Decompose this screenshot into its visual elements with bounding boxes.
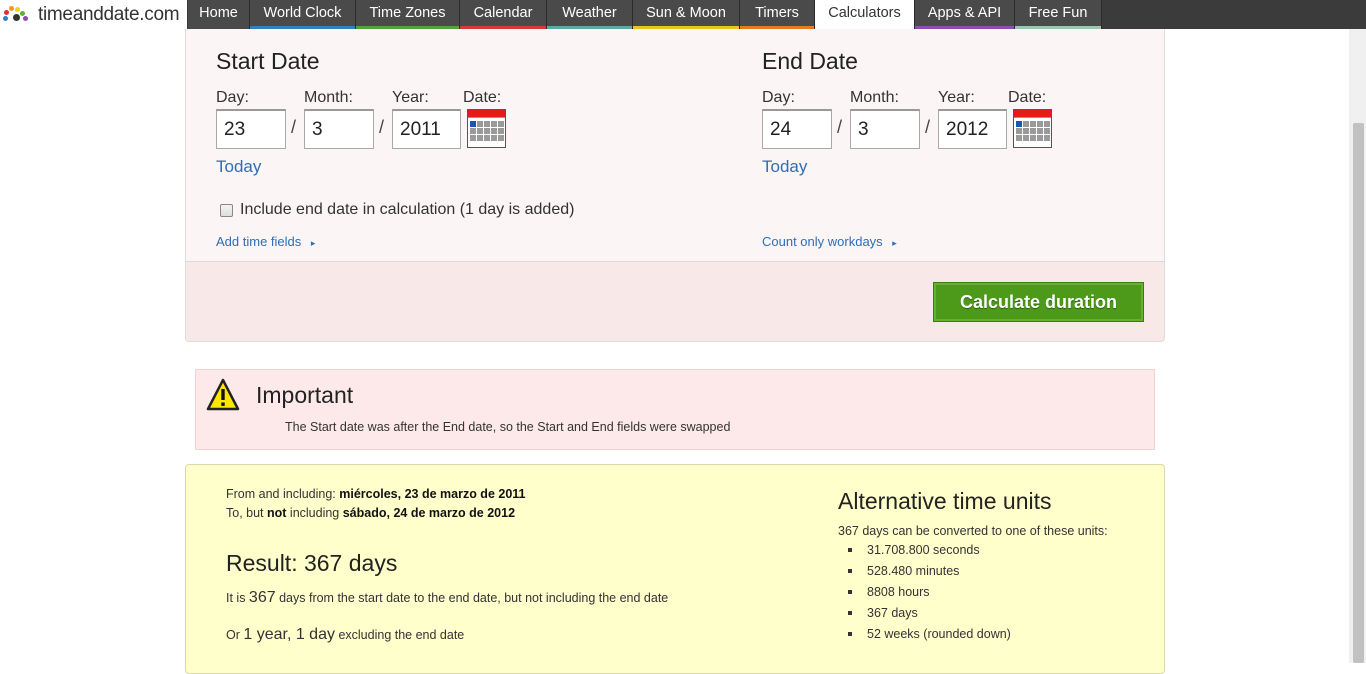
list-item: 52 weeks (rounded down)	[846, 626, 1011, 647]
from-date: miércoles, 23 de marzo de 2011	[339, 487, 526, 501]
add-time-fields-link[interactable]: Add time fields ▸	[216, 234, 315, 249]
count-workdays-label: Count only workdays	[762, 234, 883, 249]
main-nav: Home World Clock Time Zones Calendar Weather…	[188, 0, 1102, 29]
alternative-units-title: Alternative time units	[838, 488, 1052, 514]
years-days-value: 1 year, 1 day	[243, 626, 335, 643]
start-today-link[interactable]: Today	[216, 157, 261, 177]
nav-tab-label: Sun & Moon	[646, 5, 726, 21]
list-item: 31.708.800 seconds	[846, 542, 1011, 563]
calculate-duration-button[interactable]: Calculate duration	[933, 282, 1144, 322]
result-days-line: It is 367 days from the start date to th…	[226, 589, 668, 607]
to-mid: including	[286, 506, 343, 520]
arrow-right-icon: ▸	[892, 238, 897, 248]
nav-tab-label: Home	[199, 5, 238, 21]
start-year-input[interactable]: 2011	[392, 109, 461, 149]
to-not: not	[267, 506, 287, 520]
notice-title: Important	[256, 382, 354, 408]
result-title: Result: 367 days	[226, 550, 398, 576]
result-years-line: Or 1 year, 1 day excluding the end date	[226, 626, 464, 644]
nav-tab-timers[interactable]: Timers	[740, 0, 815, 29]
end-date-heading: End Date	[762, 48, 858, 74]
end-date-label: Date:	[1008, 89, 1047, 106]
nav-tab-label: Weather	[562, 5, 617, 21]
include-end-date-checkbox[interactable]	[220, 203, 233, 217]
logo-text: timeanddate.com	[38, 3, 180, 25]
add-time-fields-label: Add time fields	[216, 234, 302, 249]
count-workdays-link[interactable]: Count only workdays ▸	[762, 234, 897, 249]
start-slash-1: /	[291, 117, 297, 137]
scrollbar-thumb[interactable]	[1353, 123, 1364, 663]
end-slash-1: /	[837, 117, 843, 137]
days-count: 367	[248, 589, 276, 606]
end-calendar-icon[interactable]	[1013, 109, 1052, 148]
to-date: sábado, 24 de marzo de 2012	[342, 506, 516, 520]
nav-tab-calendar[interactable]: Calendar	[460, 0, 547, 29]
nav-tab-calculators[interactable]: Calculators	[815, 0, 915, 29]
nav-tab-weather[interactable]: Weather	[547, 0, 633, 29]
logo-dots-icon	[0, 0, 36, 29]
end-month-input[interactable]: 3	[850, 109, 920, 149]
years-line-prefix: Or	[226, 628, 244, 642]
nav-tab-label: Timers	[755, 5, 799, 21]
include-end-date-label: Include end date in calculation (1 day i…	[240, 201, 575, 218]
days-line-prefix: It is	[226, 591, 249, 605]
list-item: 528.480 minutes	[846, 563, 1011, 584]
to-line: To, but not including sábado, 24 de marz…	[226, 506, 515, 520]
nav-tab-label: Free Fun	[1028, 5, 1088, 21]
nav-tab-free-fun[interactable]: Free Fun	[1015, 0, 1102, 29]
include-end-date-option[interactable]: Include end date in calculation (1 day i…	[220, 201, 574, 219]
nav-tab-time-zones[interactable]: Time Zones	[356, 0, 460, 29]
alternative-units-intro: 367 days can be converted to one of thes…	[838, 524, 1108, 538]
end-year-label: Year:	[938, 89, 975, 106]
list-item: 8808 hours	[846, 584, 1011, 605]
start-day-label: Day:	[216, 89, 249, 106]
nav-tab-sun-moon[interactable]: Sun & Moon	[633, 0, 740, 29]
years-line-suffix: excluding the end date	[334, 628, 465, 642]
from-line: From and including: miércoles, 23 de mar…	[226, 487, 525, 501]
notice-text: The Start date was after the End date, s…	[285, 420, 731, 434]
start-slash-2: /	[379, 117, 385, 137]
nav-tab-label: World Clock	[263, 5, 342, 21]
end-slash-2: /	[925, 117, 931, 137]
start-calendar-icon[interactable]	[467, 109, 506, 148]
start-day-input[interactable]: 23	[216, 109, 286, 149]
nav-tab-label: Calculators	[828, 5, 901, 21]
from-prefix: From and including:	[226, 487, 340, 501]
arrow-right-icon: ▸	[310, 238, 316, 248]
nav-tab-label: Calendar	[473, 5, 533, 21]
warning-icon	[206, 378, 240, 411]
end-year-input[interactable]: 2012	[938, 109, 1007, 149]
nav-tab-label: Time Zones	[369, 5, 446, 21]
to-prefix: To, but	[226, 506, 267, 520]
start-month-input[interactable]: 3	[304, 109, 374, 149]
alternative-units-list: 31.708.800 seconds 528.480 minutes 8808 …	[846, 542, 1011, 647]
end-today-link[interactable]: Today	[762, 157, 807, 177]
nav-tab-label: Apps & API	[927, 5, 1002, 21]
end-day-label: Day:	[762, 89, 795, 106]
nav-tab-apps-api[interactable]: Apps & API	[915, 0, 1015, 29]
site-logo[interactable]: timeanddate.com	[0, 0, 187, 29]
end-month-label: Month:	[850, 89, 899, 106]
top-navigation-bar: timeanddate.com Home World Clock Time Zone…	[0, 0, 1366, 29]
nav-tab-world-clock[interactable]: World Clock	[250, 0, 356, 29]
start-year-label: Year:	[392, 89, 429, 106]
end-day-input[interactable]: 24	[762, 109, 832, 149]
list-item: 367 days	[846, 605, 1011, 626]
days-line-suffix: days from the start date to the end date…	[275, 591, 669, 605]
start-date-label: Date:	[463, 89, 502, 106]
start-date-heading: Start Date	[216, 48, 320, 74]
nav-tab-home[interactable]: Home	[188, 0, 250, 29]
start-month-label: Month:	[304, 89, 353, 106]
